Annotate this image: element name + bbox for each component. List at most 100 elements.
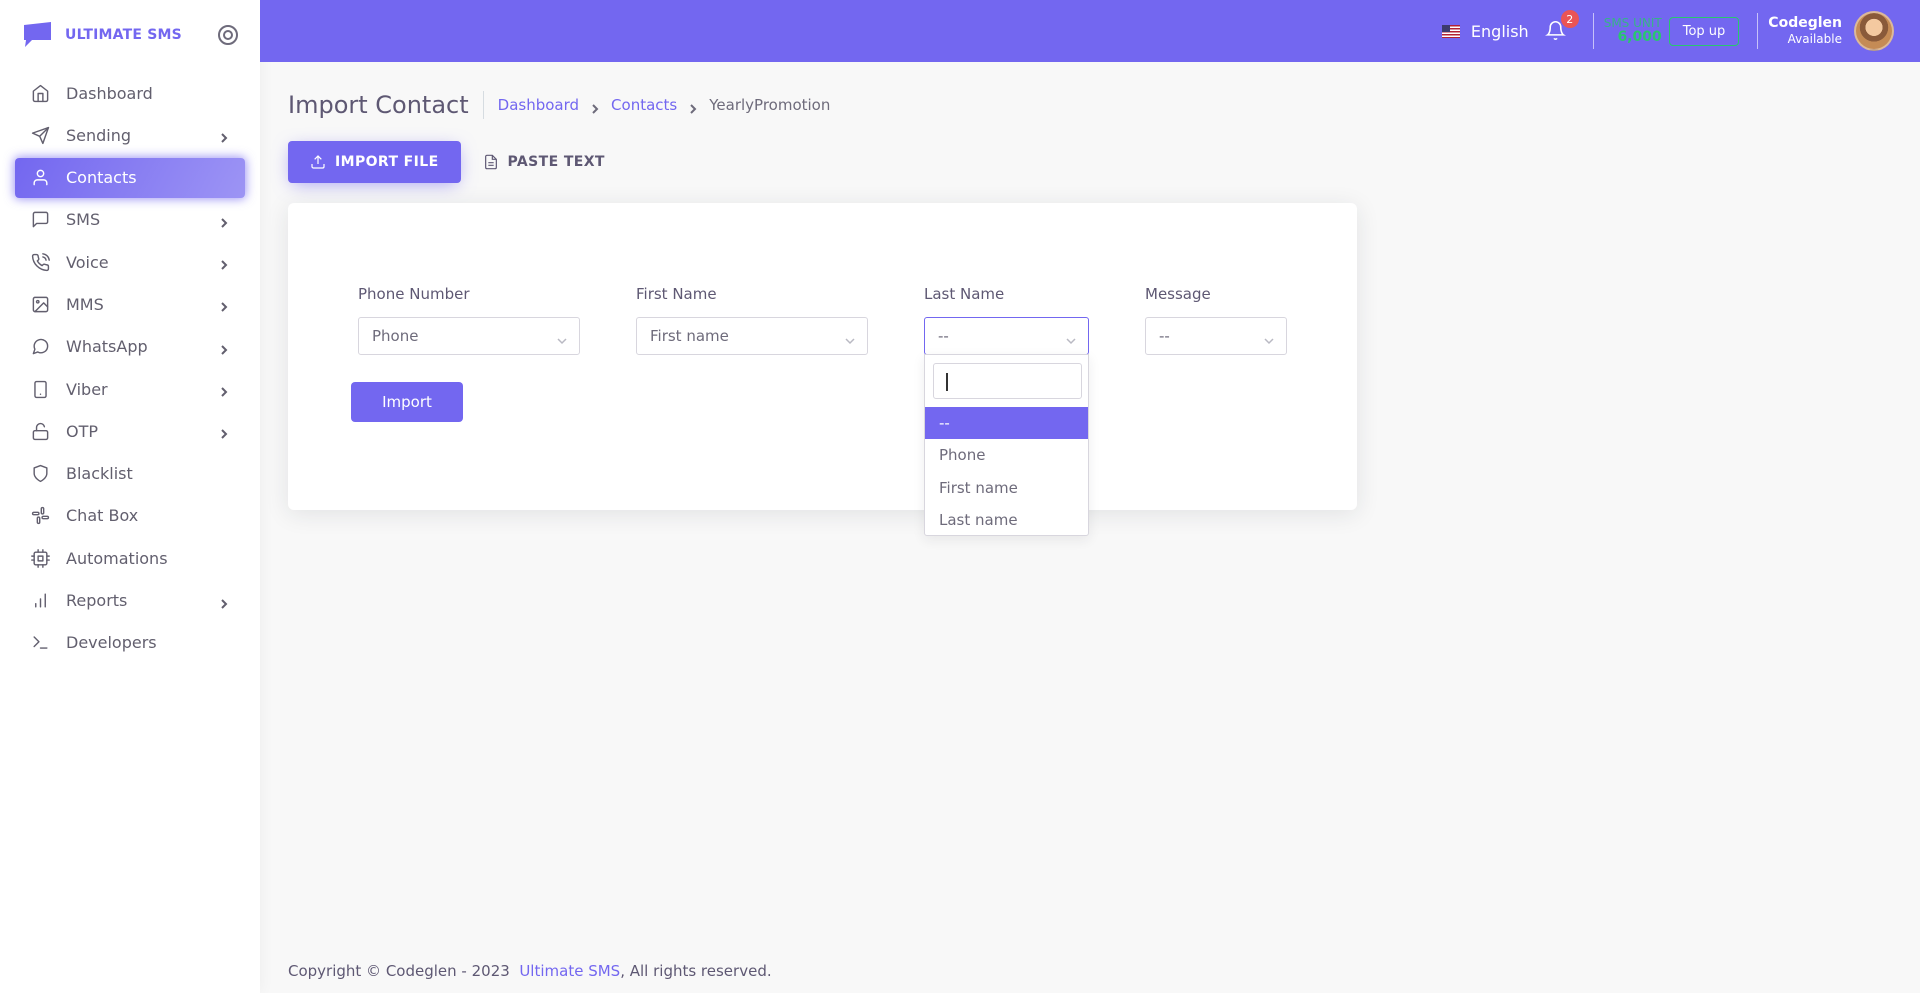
terminal-icon [30,633,50,653]
dropdown-option[interactable]: Last name [925,504,1088,536]
upload-icon [311,155,325,169]
sidebar-item-label: Reports [66,591,128,611]
sidebar-nav: Dashboard Sending Contacts SMS Voice MMS [0,73,260,663]
sidebar-item-label: Voice [66,252,109,272]
main-content: Import Contact Dashboard Contacts Yearly… [288,88,1888,510]
sidebar-item-sms[interactable]: SMS [15,200,245,240]
breadcrumb: Dashboard Contacts YearlyPromotion [498,96,831,114]
sidebar-item-label: Sending [66,125,132,145]
chevron-down-icon [1264,332,1274,345]
chevron-right-icon [218,341,230,355]
user-name: Codeglen [1768,14,1842,31]
sidebar-item-label: MMS [66,294,104,314]
breadcrumb-dashboard[interactable]: Dashboard [498,96,579,114]
last-name-label: Last Name [924,285,1005,303]
divider [1757,13,1759,49]
sms-unit-label: SMS UNIT [1603,15,1662,30]
brand[interactable]: ULTIMATE SMS [0,0,260,70]
message-select[interactable]: -- [1145,317,1287,355]
first-name-label: First Name [636,285,717,303]
brand-name: ULTIMATE SMS [65,27,182,43]
breadcrumb-contacts[interactable]: Contacts [611,96,677,114]
chevron-right-icon [218,256,230,270]
sidebar: ULTIMATE SMS Dashboard Sending Contacts … [0,0,260,993]
last-name-dropdown: -- Phone First name Last name [924,354,1089,536]
phone-number-label: Phone Number [358,285,470,303]
message-label: Message [1145,285,1211,303]
select-value: -- [1159,327,1170,345]
sidebar-item-automations[interactable]: Automations [15,538,245,578]
top-navbar: English 2 SMS UNIT 6,000 Top up Codeglen… [260,0,1920,62]
user-info[interactable]: Codeglen Available [1768,15,1842,48]
sidebar-item-dashboard[interactable]: Dashboard [15,73,245,113]
file-text-icon [484,154,497,170]
chevron-down-icon [845,332,855,345]
first-name-select[interactable]: First name [636,317,868,355]
avatar[interactable] [1854,11,1894,51]
sidebar-item-whatsapp[interactable]: WhatsApp [15,327,245,367]
chat-logo-icon [24,22,51,47]
last-name-select[interactable]: -- [924,317,1089,355]
shield-icon [30,464,50,484]
sidebar-item-label: Developers [66,633,157,653]
footer: Copyright © Codeglen - 2023 Ultimate SMS… [288,962,772,980]
sms-unit-value: 6,000 [1617,28,1662,45]
top-up-button[interactable]: Top up [1668,16,1740,46]
import-tabs: IMPORT FILE PASTE TEXT [288,141,1888,183]
tab-import-file[interactable]: IMPORT FILE [288,141,461,183]
phone-number-select[interactable]: Phone [358,317,580,355]
send-icon [30,125,50,145]
message-square-icon [30,210,50,230]
sidebar-item-voice[interactable]: Voice [15,242,245,282]
language-label: English [1470,21,1529,41]
page-title: Import Contact [288,90,484,119]
language-selector[interactable]: English [1441,21,1529,41]
chevron-down-icon [557,332,567,345]
sidebar-item-blacklist[interactable]: Blacklist [15,454,245,494]
us-flag-icon [1441,24,1460,38]
sidebar-item-label: Automations [66,548,168,568]
dropdown-option[interactable]: -- [925,407,1088,439]
sidebar-item-chat-box[interactable]: Chat Box [15,496,245,536]
sidebar-item-label: Blacklist [66,464,133,484]
chevron-right-icon [218,214,230,228]
select-value: -- [938,327,949,345]
tab-label: PASTE TEXT [507,154,605,170]
cpu-icon [30,548,50,568]
image-icon [30,294,50,314]
dropdown-option[interactable]: First name [925,472,1088,504]
tab-paste-text[interactable]: PASTE TEXT [461,141,627,183]
footer-suffix: , All rights reserved. [620,962,772,980]
tablet-icon [30,379,50,399]
footer-link[interactable]: Ultimate SMS [519,962,620,980]
sidebar-item-contacts[interactable]: Contacts [15,157,245,198]
select-value: Phone [372,327,419,345]
slack-icon [30,506,50,526]
user-status: Available [1787,32,1842,47]
home-icon [30,83,50,103]
sidebar-toggle-icon[interactable] [218,25,238,45]
dropdown-option[interactable]: Phone [925,439,1088,471]
page-header: Import Contact Dashboard Contacts Yearly… [288,88,1888,121]
copyright-text: Copyright © Codeglen - 2023 [288,962,510,980]
sidebar-item-developers[interactable]: Developers [15,623,245,663]
notification-count-badge: 2 [1560,10,1579,28]
breadcrumb-current: YearlyPromotion [709,95,831,114]
chevron-right-icon [218,298,230,313]
sidebar-item-mms[interactable]: MMS [15,284,245,324]
sidebar-item-viber[interactable]: Viber [15,369,245,409]
chevron-right-icon [218,129,230,144]
phone-call-icon [30,252,50,272]
chevron-down-icon [1066,332,1076,345]
sidebar-item-reports[interactable]: Reports [15,581,245,621]
text-caret [946,373,948,391]
sidebar-item-sending[interactable]: Sending [15,115,245,155]
sidebar-item-otp[interactable]: OTP [15,411,245,451]
sidebar-item-label: Viber [66,379,108,399]
chevron-right-icon [688,100,698,114]
import-button[interactable]: Import [351,382,463,422]
notifications-button[interactable]: 2 [1544,10,1579,42]
dropdown-search-input[interactable] [933,363,1082,399]
sidebar-item-label: Dashboard [66,83,153,103]
sidebar-item-label: SMS [66,210,101,230]
